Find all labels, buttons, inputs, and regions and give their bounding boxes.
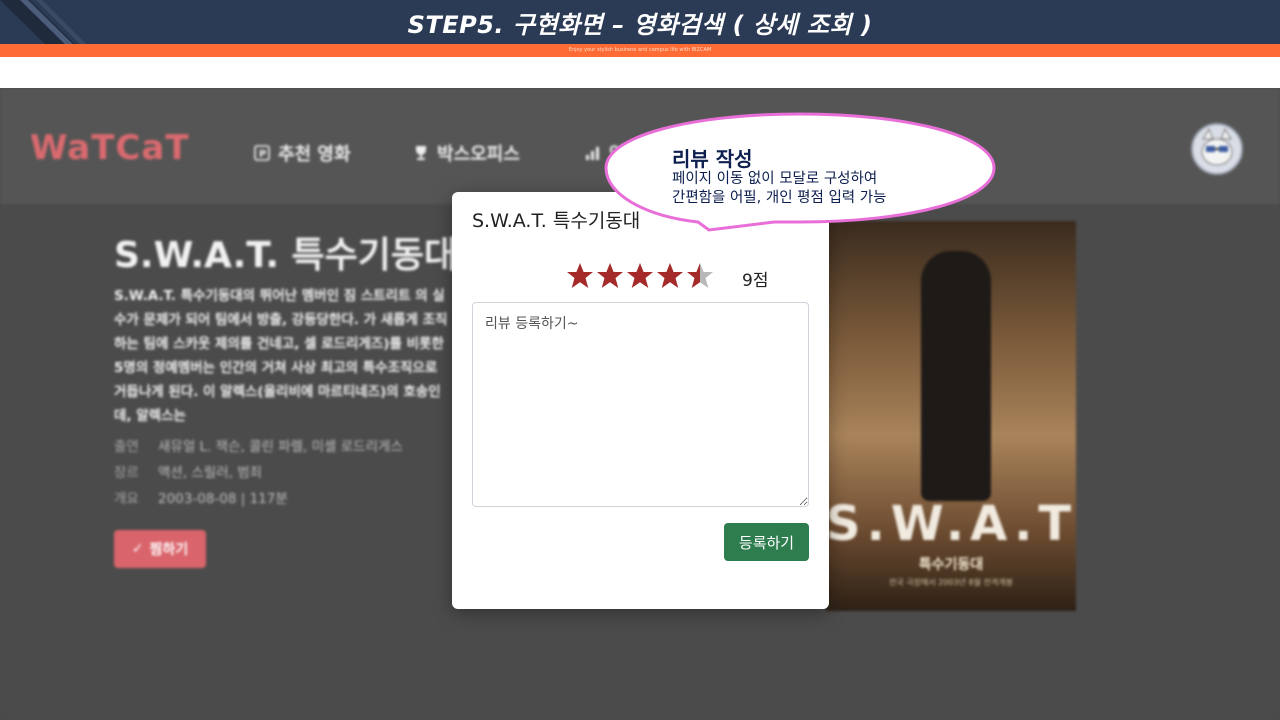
user-avatar-cat-icon[interactable] bbox=[1191, 123, 1243, 175]
chart-bar-icon bbox=[586, 147, 599, 160]
poster-soldier-figure bbox=[921, 251, 991, 501]
review-textarea[interactable]: 리뷰 등록하기~ bbox=[472, 302, 809, 507]
movie-poster: S.W.A.T 특수기동대 전국 극장에서 2003년 8월 전격개봉 bbox=[826, 221, 1076, 611]
meta-key: 출연 bbox=[114, 439, 139, 455]
meta-row-genre: 장르 액션, 스릴러, 범죄 bbox=[114, 460, 403, 486]
callout-title: 리뷰 작성 bbox=[672, 147, 753, 171]
svg-text:P: P bbox=[259, 149, 266, 160]
meta-value: 액션, 스릴러, 범죄 bbox=[158, 465, 263, 481]
meta-key: 장르 bbox=[114, 465, 139, 481]
star-icon[interactable] bbox=[686, 262, 714, 290]
submit-review-button[interactable]: 등록하기 bbox=[724, 523, 809, 561]
poster-caption: 전국 극장에서 2003년 8월 전격개봉 bbox=[889, 578, 1013, 587]
review-modal: S.W.A.T. 특수기동대 9점 리뷰 등록하기~ 등록하기 bbox=[452, 192, 829, 609]
nav-item-recommend[interactable]: P 추천 영화 bbox=[254, 140, 351, 166]
callout-text: 페이지 이동 없이 모달로 구성하여 간편함을 어필, 개인 평점 입력 가능 bbox=[672, 170, 886, 208]
star-icon[interactable] bbox=[566, 262, 594, 290]
nav-item-label: 추천 영화 bbox=[278, 144, 351, 165]
rating-score: 9점 bbox=[742, 271, 769, 291]
slide-tagline: Enjoy your stylish business and campus l… bbox=[568, 47, 712, 53]
meta-key: 개요 bbox=[114, 491, 139, 507]
like-button[interactable]: ✓ 찜하기 bbox=[114, 530, 206, 568]
like-button-label: 찜하기 bbox=[149, 542, 189, 558]
callout-line: 페이지 이동 없이 모달로 구성하여 bbox=[672, 171, 878, 187]
meta-row-summary: 개요 2003-08-08 | 117분 bbox=[114, 486, 403, 512]
nav-item-boxoffice[interactable]: 박스오피스 bbox=[413, 140, 520, 166]
movie-description: S.W.A.T. 특수기동대의 뛰어난 멤버인 짐 스트리트 의 실수가 문제가… bbox=[114, 288, 448, 424]
check-icon: ✓ bbox=[131, 541, 144, 557]
star-icon[interactable] bbox=[626, 262, 654, 290]
meta-row-cast: 출연 새뮤얼 L. 잭슨, 콜린 파렐, 미셸 로드리게스 bbox=[114, 434, 403, 460]
meta-value: 2003-08-08 | 117분 bbox=[158, 491, 288, 507]
app-logo[interactable]: WaTCaT bbox=[30, 128, 190, 168]
slide-title: STEP5. 구현화면 – 영화검색 ( 상세 조회 ) bbox=[407, 11, 873, 39]
callout-line: 간편함을 어필, 개인 평점 입력 가능 bbox=[672, 190, 887, 206]
movie-meta: 출연 새뮤얼 L. 잭슨, 콜린 파렐, 미셸 로드리게스 장르 액션, 스릴러, … bbox=[114, 434, 403, 512]
movie-title: S.W.A.T. 특수기동대 bbox=[114, 235, 458, 276]
star-rating[interactable] bbox=[566, 262, 714, 290]
nav-item-label: 박스오피스 bbox=[437, 144, 520, 165]
star-icon[interactable] bbox=[656, 262, 684, 290]
star-icon[interactable] bbox=[596, 262, 624, 290]
meta-value: 새뮤얼 L. 잭슨, 콜린 파렐, 미셸 로드리게스 bbox=[158, 439, 403, 455]
recommend-icon: P bbox=[254, 145, 270, 161]
trophy-icon bbox=[416, 146, 426, 160]
poster-title: S.W.A.T bbox=[826, 496, 1076, 552]
poster-subtitle: 특수기동대 bbox=[918, 557, 984, 573]
